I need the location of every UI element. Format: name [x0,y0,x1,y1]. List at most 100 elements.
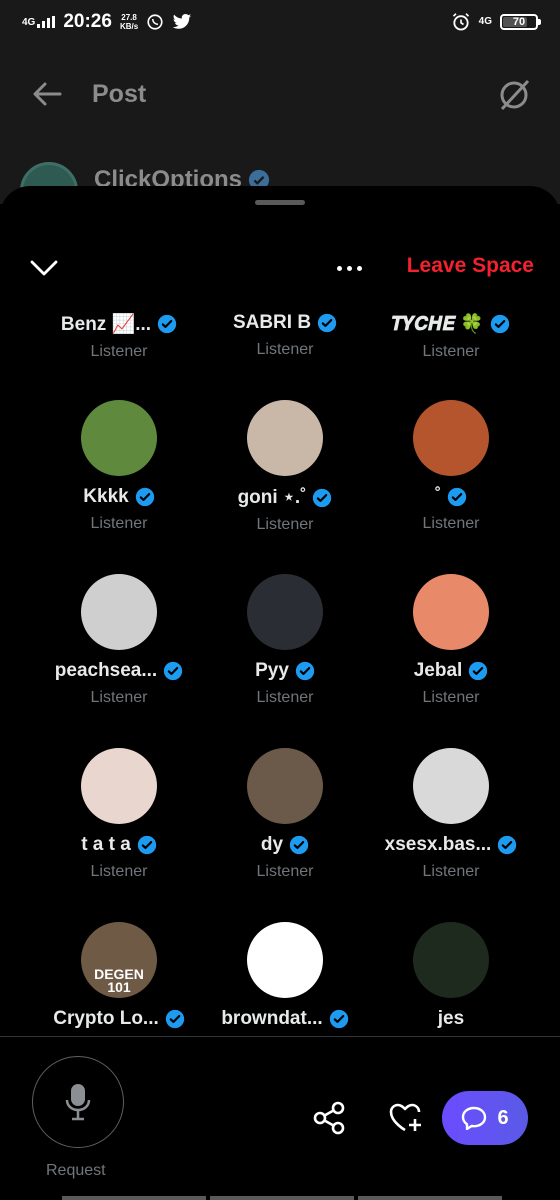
participant-avatar[interactable] [247,922,323,998]
participant-card[interactable]: xsesx.bas... Listener [358,748,544,881]
participant-name: Kkkk [26,486,212,508]
status-bar: 4G 20:26 27.8 KB/s 4G 70 [0,0,560,44]
collapse-button[interactable] [28,254,60,282]
participant-name-text: Jebal [413,660,463,681]
participant-card[interactable]: Pyy Listener [192,574,378,707]
participant-avatar[interactable] [81,574,157,650]
comments-button[interactable]: 6 [442,1091,528,1145]
participant-role: Listener [422,515,480,532]
comment-bubble-icon [462,1106,487,1130]
verified-badge-icon [137,835,157,855]
participant-name: Pyy [192,660,378,682]
system-nav-bar [62,1196,502,1200]
participant-name: Crypto Lo... [26,1008,212,1030]
participant-avatar[interactable] [81,400,157,476]
react-button[interactable] [388,1101,424,1135]
participant-role: Listener [256,863,314,880]
participant-avatar[interactable] [413,748,489,824]
participant-name: dy [192,834,378,856]
participant-name-text: ˚ [434,486,442,507]
participant-card[interactable]: DEGEN 101 Crypto Lo... [26,922,212,1030]
participant-card[interactable]: Jebal Listener [358,574,544,707]
participant-avatar[interactable] [413,574,489,650]
participant-name: jes [358,1008,544,1030]
participant-name-text: 𝑻𝒀𝑪𝑯𝑬 🍀 [391,314,485,335]
network-type: 4G [22,17,36,28]
leave-space-button[interactable]: Leave Space [407,254,534,278]
alarm-icon [452,13,469,31]
participant-card[interactable]: SABRI B Listener [192,312,378,359]
participant-name: goni ⋆.˚ [192,486,378,509]
bottom-divider [0,1036,560,1037]
participant-card[interactable]: Benz 📈... Listener [26,312,212,361]
verified-badge-icon [490,314,510,334]
more-options-button[interactable] [332,256,366,280]
participant-role: Listener [422,343,480,360]
participant-card[interactable]: 𝑻𝒀𝑪𝑯𝑬 🍀 Listener [358,312,544,361]
page-title: Post [92,79,147,108]
participant-card[interactable]: browndat... [192,922,378,1030]
participant-card[interactable]: t a t a Listener [26,748,212,881]
verified-badge-icon [289,835,309,855]
participant-name: peachsea... [26,660,212,682]
avatar-caption: DEGEN 101 [81,967,157,995]
participant-role: Listener [90,515,148,532]
sheet-drag-handle[interactable] [255,200,305,205]
verified-badge-icon [312,488,332,508]
participant-avatar[interactable] [413,922,489,998]
share-button[interactable] [312,1101,346,1135]
back-arrow-icon[interactable] [32,81,62,107]
participant-name: ˚ [358,486,544,508]
participant-name-text: SABRI B [232,312,312,333]
participant-avatar[interactable] [247,400,323,476]
participant-avatar[interactable]: DEGEN 101 [81,922,157,998]
participant-name-text: goni ⋆.˚ [237,487,307,508]
participant-role: Listener [90,863,148,880]
network-type-right: 4G [478,16,492,27]
participant-name: browndat... [192,1008,378,1030]
participant-avatar[interactable] [247,748,323,824]
avatar-caption-line-2: 101 [107,979,131,995]
participant-avatar[interactable] [81,748,157,824]
participant-name-text: Kkkk [83,486,129,507]
participant-name: Jebal [358,660,544,682]
participant-role: Listener [256,689,314,706]
chevron-down-icon [30,260,58,276]
request-mic-button[interactable] [32,1056,124,1148]
participant-name-text: Benz 📈... [60,314,152,335]
request-label: Request [46,1162,106,1179]
participant-avatar[interactable] [413,400,489,476]
participant-name: SABRI B [192,312,378,334]
signal-indicator: 4G [22,16,56,28]
participant-card[interactable]: ˚ Listener [358,400,544,533]
participant-avatar[interactable] [247,574,323,650]
verified-badge-icon [163,661,183,681]
participant-card[interactable]: goni ⋆.˚ Listener [192,400,378,534]
background-post-page: Post ClickOptions [0,44,560,220]
participant-name: Benz 📈... [26,312,212,336]
participant-name-text: jes [437,1008,465,1029]
participant-name-text: dy [260,834,284,855]
participant-name: 𝑻𝒀𝑪𝑯𝑬 🍀 [358,312,544,336]
participant-name: xsesx.bas... [358,834,544,856]
compose-icon[interactable] [498,77,530,111]
speed-unit: KB/s [119,22,139,31]
participant-name-text: Crypto Lo... [53,1008,159,1029]
heart-plus-icon [389,1103,421,1132]
battery-level: 70 [512,16,526,28]
verified-badge-icon [157,314,177,334]
participant-card[interactable]: peachsea... Listener [26,574,212,707]
share-icon [313,1101,345,1135]
space-toolbar: Leave Space [0,246,560,290]
speed-value: 27.8 [121,13,137,22]
participant-card[interactable]: dy Listener [192,748,378,881]
verified-badge-icon [295,661,315,681]
verified-badge-icon [165,1009,185,1029]
participant-role: Listener [90,343,148,360]
participant-card[interactable]: Kkkk Listener [26,400,212,533]
participant-name-text: Pyy [255,660,289,681]
verified-badge-icon [468,661,488,681]
participant-card[interactable]: jes [358,922,544,1030]
network-speed: 27.8 KB/s [120,13,138,31]
verified-badge-icon [317,313,337,333]
